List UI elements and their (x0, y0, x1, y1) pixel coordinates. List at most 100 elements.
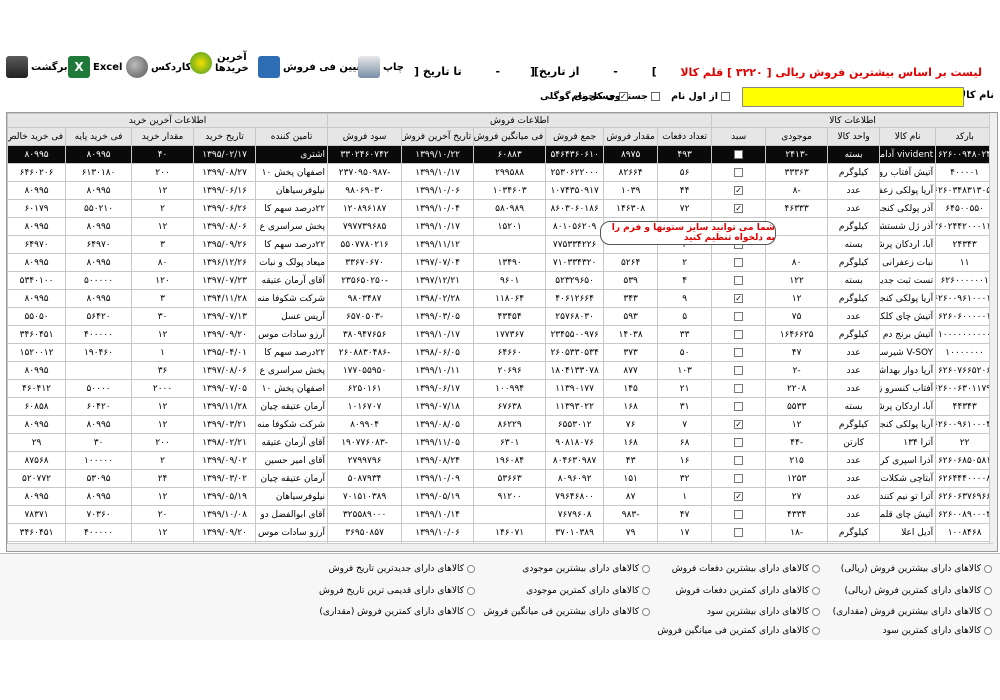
radio-button[interactable] (984, 627, 992, 635)
basket-checkbox[interactable] (734, 311, 744, 321)
basket-checkbox[interactable]: ✓ (734, 203, 744, 213)
google-search-toggle[interactable]: ✓ جستجوی گوگلی (540, 91, 628, 102)
table-row[interactable]: ۲۴۳۴۳آبا، اردکان پرشوبسته ۳ ۷۷۵۳۳۴۲۲۶ ۱۳۹۹/… (7, 235, 995, 254)
radio-button[interactable] (467, 587, 475, 595)
report-option[interactable]: کالاهای دارای کمترین سود (883, 626, 992, 636)
column-header[interactable]: بارکد (935, 127, 995, 146)
column-header[interactable]: تعداد دفعات (657, 127, 713, 146)
kardex-button[interactable]: کاردکس (126, 56, 191, 78)
column-header[interactable]: تامین کننده (255, 127, 329, 146)
to-date-range[interactable]: ] - تا تاریخ [ (414, 65, 539, 78)
table-row[interactable]: ۲۲ آترا ۱۳۴ کارتن -۴۴ ۶۸ ۱۶۸ ۹۰۸۱۸۰۷۶ ۶۳۰۱ ۱۳۹۹/… (7, 433, 995, 452)
table-row[interactable]: ۱۰۰۸۴۶۸ آدیل اعلا کیلوگرم -۱۸ ۱۷ ۷۹ ۳۷۰۱۰۳۸۹ ۱۴… (7, 523, 995, 542)
radio-button[interactable] (467, 608, 475, 616)
from-date-value[interactable]: - (613, 65, 618, 78)
report-option[interactable]: کالاهای دارای کمترین فروش (ریالی) (844, 586, 992, 596)
radio-button[interactable] (984, 565, 992, 573)
basket-checkbox[interactable]: ✓ (734, 293, 744, 303)
column-header[interactable]: مقدار فروش (603, 127, 659, 146)
radio-button[interactable] (467, 565, 475, 573)
google-search-checkbox[interactable]: ✓ (618, 92, 628, 101)
radio-button[interactable] (984, 587, 992, 595)
table-row[interactable]: ۶۲۶۰۰۹۶۱۰۰۰۴آریا پولکی کنجدیکیلوگرم۱۲✓۷۷… (7, 415, 995, 434)
table-row[interactable]: ۶۲۶۰۶۰۰۰۰۰۱آتیش چای کلکتهعدد۷۵ ۵۵۹۳۲۵۷۶۸۰… (7, 307, 995, 326)
radio-button[interactable] (812, 627, 820, 635)
basket-checkbox[interactable] (734, 347, 744, 357)
basket-checkbox[interactable] (734, 455, 744, 465)
back-button[interactable]: برگشت (6, 56, 68, 78)
column-header[interactable]: مقدار خرید (131, 127, 195, 146)
report-option[interactable]: کالاهای دارای کمترین فی میانگین فروش (657, 626, 820, 636)
table-row[interactable]: ۶۴۵۰۰۵۵۰آذر پولکی کنجدیعدد۴۶۳۳۳ ✓ ۷۲۱۴۶۳۰۸… (7, 199, 995, 218)
table-row[interactable]: ۱۰۰۰۰۰۰۰۰۰۰آتیش برنج دم سیاکیلوگرم۱۶۴۶۶۲… (7, 325, 995, 344)
column-header[interactable]: سبد (711, 127, 767, 146)
column-header[interactable]: فی میانگین فروش (473, 127, 547, 146)
report-option[interactable]: کالاهای دارای بیشترین سود (707, 607, 820, 617)
report-option[interactable]: کالاهای دارای کمترین موجودی (526, 586, 650, 596)
report-option[interactable]: کالاهای دارای جدیدترین تاریخ فروش (329, 564, 475, 574)
table-row[interactable]: ۱۰۰۰۰۰۰۰V-SOY شیرسوعدد۴۷ ۵۰۳۷۳۲۶۰۵۳۳۰۵۳۴۶… (7, 343, 995, 362)
column-header[interactable]: واحد کالا (827, 127, 881, 146)
report-option[interactable]: کالاهای دارای بیشترین فی میانگین فروش (484, 607, 650, 617)
column-header[interactable]: نام کالا (879, 127, 937, 146)
radio-button[interactable] (812, 565, 820, 573)
radio-button[interactable] (642, 608, 650, 616)
table-row[interactable]: ۶۲۶۰۷۶۶۵۲۰۶آرپا دوار بهداشتعدد-۲ ۱۰۳۸۷۷۱۸… (7, 361, 995, 380)
radio-button[interactable] (642, 565, 650, 573)
basket-checkbox[interactable] (734, 401, 744, 411)
column-header[interactable]: فی خرید پایه (65, 127, 133, 146)
set-price-button[interactable]: تعیین فی فروش (258, 56, 366, 78)
table-row[interactable]: ۶۲۶۴۴۴۰۰۰۰۸آبتاچی شکلات کازعدد۱۲۵۳ ۳۲۱۵۱۸… (7, 469, 995, 488)
radio-button[interactable] (812, 608, 820, 616)
product-name-input[interactable] (742, 87, 964, 107)
report-option[interactable]: کالاهای دارای کمترین فروش (مقداری) (319, 607, 475, 617)
table-row[interactable]: ۴۴۳۴۳آبا، اردکان پرشوبسته۵۵۳۳ ۳۱۱۶۸۱۱۳۹۳۰… (7, 397, 995, 416)
column-header[interactable]: تاریخ خرید (193, 127, 257, 146)
radio-button[interactable] (984, 608, 992, 616)
basket-checkbox[interactable] (734, 257, 744, 267)
report-option[interactable]: کالاهای دارای کمترین دفعات فروش (675, 586, 820, 596)
basket-checkbox[interactable] (734, 275, 744, 285)
basket-checkbox[interactable] (734, 437, 744, 447)
report-option[interactable]: کالاهای دارای بیشترین فروش (مقداری) (833, 607, 992, 617)
table-row[interactable]: ۱۱ نبات زعفرانی کیلوگرم ۸۰ ۲ ۵۲۶۴ ۷۱۰۳۳۴۳۲۰ ۱۳۴… (7, 253, 995, 272)
search-all-checkbox[interactable] (651, 92, 660, 101)
basket-checkbox[interactable] (734, 167, 744, 177)
table-row[interactable]: ۶۲۶۰۰۸۹۰۰۰۳آتیش چای قلمیعدد۴۳۳۴ ۴۷-۹۸۳۷۶۷… (7, 505, 995, 524)
table-row[interactable]: ۶۲۶۰۳۴۸۳۱۳۰۵آریا پولکی زعفرانعدد-۸✓۴۴۱۰۳… (7, 181, 995, 200)
basket-checkbox[interactable]: ✓ (734, 185, 744, 195)
report-option[interactable]: کالاهای دارای بیشترین دفعات فروش (672, 564, 820, 574)
horizontal-scrollbar[interactable] (7, 543, 993, 551)
data-grid[interactable]: اطلاعات کالا اطلاعات فروش اطلاعات آخرین … (6, 112, 998, 552)
table-row[interactable]: ۶۲۶۰۰۶۳۰۱۱۷۹آفتاب کنسرو زیتوعدد۲۲۰۸ ۲۱۱۴۵… (7, 379, 995, 398)
radio-button[interactable] (642, 587, 650, 595)
basket-checkbox[interactable]: ✓ (734, 491, 744, 501)
report-option[interactable]: کالاهای دارای بیشترین موجودی (522, 564, 650, 574)
basket-checkbox[interactable] (734, 383, 744, 393)
table-row[interactable]: ۶۲۶۰۰۹۶۱۰۰۰۱آریا پولکی کنجدیکیلوگرم۱۲✓۹۳… (7, 289, 995, 308)
basket-checkbox[interactable] (734, 509, 744, 519)
column-header[interactable]: فی خرید خالص (7, 127, 67, 146)
from-start-checkbox[interactable] (721, 92, 730, 101)
to-date-value[interactable]: - (495, 65, 500, 78)
basket-checkbox[interactable]: ✓ (734, 419, 744, 429)
table-row[interactable]: ۶۲۶۰۰۰۰۰۰۱ تست ثبت جدید بسته ۱۲۲ ۴ ۵۳۹ ۵۲۳۲۹۶۵… (7, 271, 995, 290)
print-button[interactable]: چاپ (358, 56, 404, 78)
table-row[interactable]: ۲۶۰۲۴۴۲۰۰۰۱۱آذر ژل شستشوکیلوگرم۱۱۵۳۰۸۰۱۰… (7, 217, 995, 236)
column-header[interactable]: سود فروش (327, 127, 403, 146)
basket-checkbox[interactable] (734, 527, 744, 537)
report-option[interactable]: کالاهای دارای بیشترین فروش (ریالی) (841, 564, 992, 574)
radio-button[interactable] (812, 587, 820, 595)
excel-button[interactable]: X Excel (68, 56, 122, 78)
from-date-range[interactable]: ] - از تاریخ [ (530, 65, 657, 78)
report-option[interactable]: کالاهای دارای قدیمی ترین تاریخ فروش (319, 586, 475, 596)
table-row[interactable]: ۴۰۰۰۰۱آتیش آفتاب روغکیلوگرم۳۳۳۶۳۵۶۸۲۶۶۴۲… (7, 163, 995, 182)
column-header[interactable]: جمع فروش (545, 127, 605, 146)
table-row[interactable]: ۶۲۶۰۶۳۷۶۹۶۶ آترا تو نیم کننده عدد ۲۷ ✓ ۱ ۸۷ ۷۹۶… (7, 487, 995, 506)
last-purchases-button[interactable]: آخرین خریدها (190, 52, 249, 74)
basket-checkbox[interactable] (734, 329, 744, 339)
table-row[interactable]: ۶۲۶۰۶۸۵۰۵۸۱آذرا اسپری کرانیعدد۲۱۵ ۱۶۴۳۸۰۴… (7, 451, 995, 470)
basket-checkbox[interactable] (734, 149, 744, 159)
basket-checkbox[interactable] (734, 473, 744, 483)
basket-checkbox[interactable] (734, 365, 744, 375)
